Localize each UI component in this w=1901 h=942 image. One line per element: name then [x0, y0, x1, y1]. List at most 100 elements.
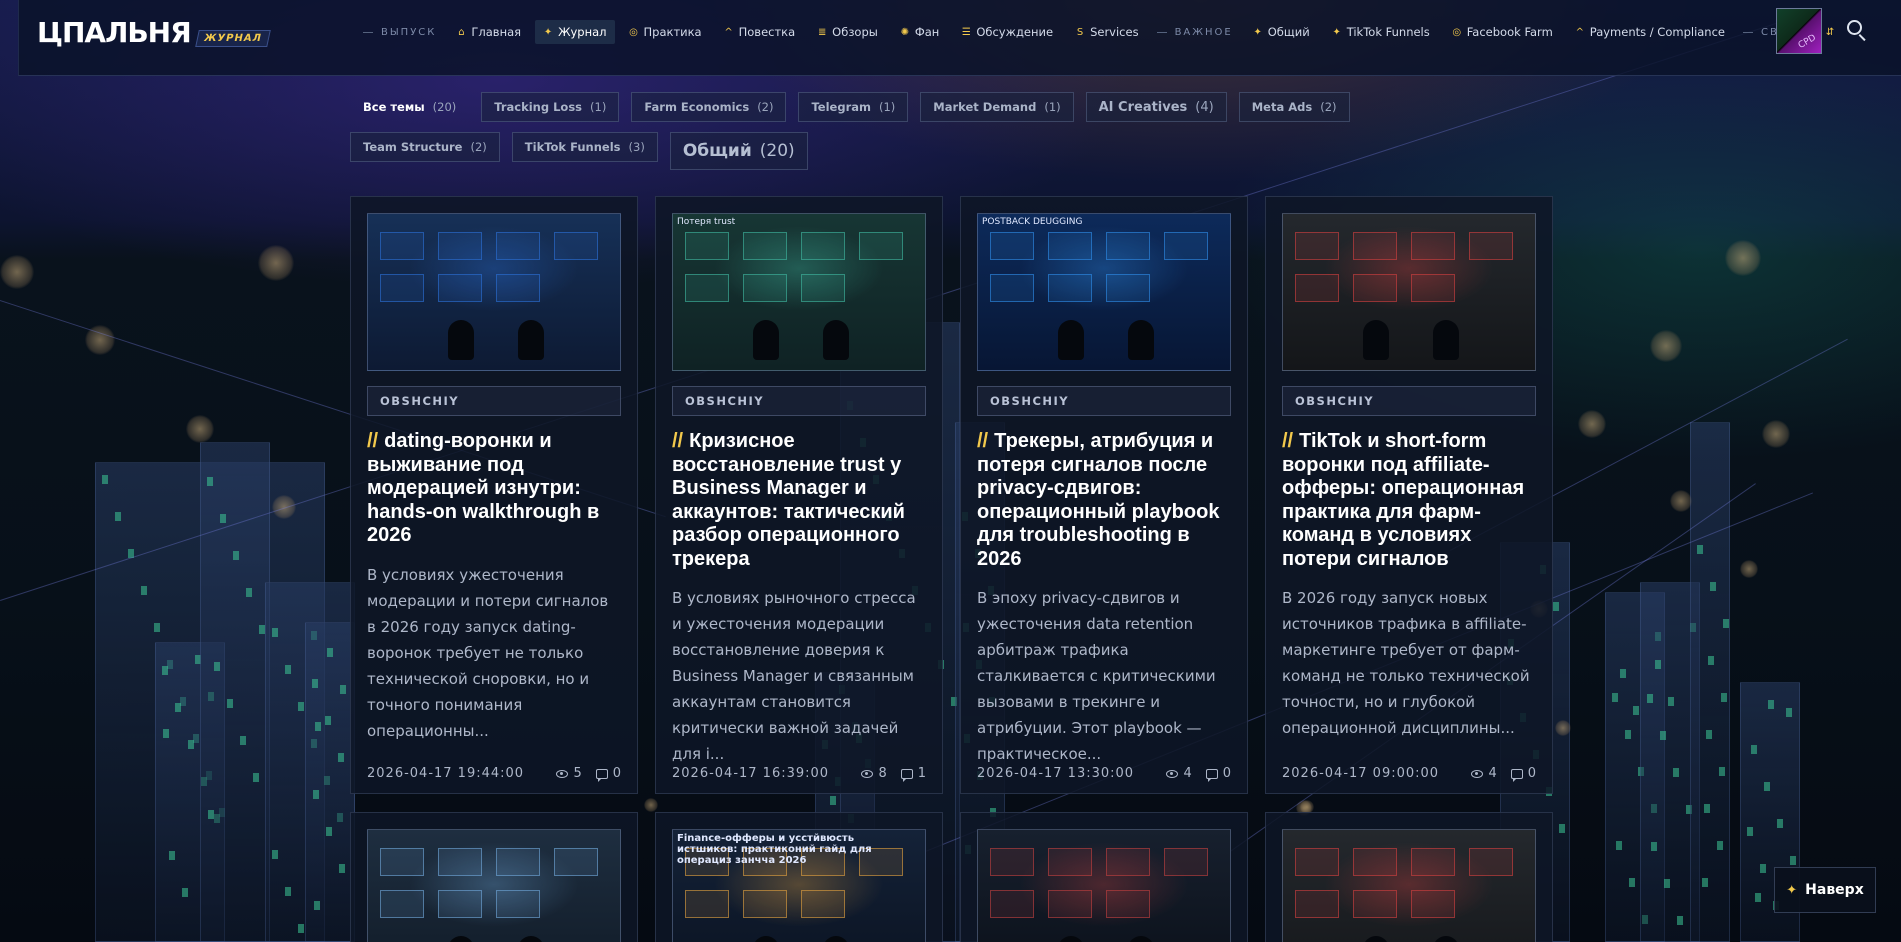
nav-item-label: Facebook Farm	[1466, 25, 1553, 39]
article-date: 2026-04-17 19:44:00	[367, 766, 525, 781]
back-to-top-button[interactable]: ✦ Наверх	[1774, 867, 1876, 913]
nav-item-release-1[interactable]: ✦ Журнал	[535, 20, 615, 44]
article-thumbnail[interactable]: POSTBACK DEUGGING	[977, 213, 1231, 371]
sparkle-icon: ✦	[1786, 882, 1798, 898]
list-icon: ☰	[961, 26, 971, 38]
nav-item-release-2[interactable]: ◎ Практика	[621, 20, 710, 44]
article-title-text: TikTok и short-form воронки под affiliat…	[1282, 430, 1525, 570]
filter-chip[interactable]: Team Structure (2)	[350, 132, 500, 162]
filter-chip-count: (20)	[432, 100, 457, 114]
nav-item-label: Фан	[914, 25, 940, 39]
article-card[interactable]: OBSHCHIY //TikTok и short-form воронки по…	[1265, 196, 1553, 794]
article-card[interactable]	[960, 812, 1248, 942]
views-count: 5	[556, 766, 582, 781]
title-slash-icon: //	[977, 430, 989, 452]
filter-chip-count: (1)	[1044, 100, 1061, 114]
site-logo[interactable]: ЦПАЛЬНЯ ЖУРНАЛ	[37, 16, 271, 49]
nav-item-important-1[interactable]: ✦ TikTok Funnels	[1324, 20, 1438, 44]
nav-item-important-3[interactable]: ^ Payments / Compliance	[1567, 20, 1733, 44]
avatar-text: CPD	[1797, 33, 1819, 51]
nav-item-release-0[interactable]: ⌂ Главная	[448, 20, 529, 44]
target-icon: ◎	[1452, 26, 1462, 38]
sparkle-icon: ✦	[543, 26, 553, 38]
article-excerpt: В условиях рыночного стресса и ужесточен…	[672, 589, 916, 763]
article-tag[interactable]: OBSHCHIY	[367, 386, 621, 416]
eye-icon	[1471, 769, 1484, 778]
back-to-top-label: Наверх	[1805, 882, 1864, 898]
filter-chip[interactable]: Telegram (1)	[798, 92, 909, 122]
title-slash-icon: //	[367, 430, 379, 452]
nav-item-label: Обсуждение	[976, 25, 1054, 39]
comments-count: 0	[595, 766, 621, 782]
article-title[interactable]: //dating-воронки и выживание под модерац…	[367, 430, 621, 548]
article-thumbnail[interactable]	[1282, 213, 1536, 371]
nav-item-label: Журнал	[558, 25, 607, 39]
article-tag[interactable]: OBSHCHIY	[1282, 386, 1536, 416]
nav-item-label: Повестка	[738, 25, 796, 39]
article-card[interactable]: OBSHCHIY //dating-воронки и выживание под…	[350, 196, 638, 794]
article-title[interactable]: //TikTok и short-form воронки под affili…	[1282, 430, 1536, 571]
nav-item-release-3[interactable]: ^ Повестка	[716, 20, 804, 44]
filter-chip-count: (3)	[628, 140, 645, 154]
nav-item-release-4[interactable]: ≣ Обзоры	[809, 20, 886, 44]
article-card[interactable]	[1265, 812, 1553, 942]
article-card[interactable]	[350, 812, 638, 942]
article-tag[interactable]: OBSHCHIY	[977, 386, 1231, 416]
filter-chip[interactable]: Market Demand (1)	[920, 92, 1074, 122]
views-value: 5	[573, 766, 582, 781]
filter-chip-count: (4)	[1195, 99, 1214, 115]
filter-chip-count: (20)	[759, 141, 795, 161]
filter-chip-label: Meta Ads	[1251, 100, 1313, 114]
search-icon	[1847, 20, 1862, 35]
article-excerpt: В 2026 году запуск новых источников траф…	[1282, 589, 1530, 737]
article-title[interactable]: //Трекеры, атрибуция и потеря сигналов п…	[977, 430, 1231, 571]
nav-section-important: ВАЖНОЕ	[1157, 27, 1233, 38]
filter-chip-count: (1)	[590, 100, 607, 114]
article-title[interactable]: //Кризисное восстановление trust у Busin…	[672, 430, 926, 571]
filter-chip[interactable]: Все темы (20)	[350, 92, 469, 122]
article-thumbnail[interactable]	[367, 829, 621, 942]
filter-chip[interactable]: AI Creatives (4)	[1085, 92, 1227, 122]
nav-item-release-7[interactable]: S Services	[1067, 20, 1147, 44]
thumbnail-caption: Finance-офферы и усстйвюсть истшиков: пр…	[677, 833, 872, 866]
comments-count: 1	[900, 766, 926, 782]
home-icon: ⌂	[458, 26, 465, 38]
article-thumbnail[interactable]	[977, 829, 1231, 942]
comment-icon	[595, 768, 608, 782]
article-card[interactable]: Finance-офферы и усстйвюсть истшиков: пр…	[655, 812, 943, 942]
filter-chip-count: (2)	[470, 140, 487, 154]
nav-item-release-5[interactable]: ✺ Фан	[892, 20, 947, 44]
article-thumbnail[interactable]	[367, 213, 621, 371]
nav-item-label: Payments / Compliance	[1589, 25, 1725, 39]
article-thumbnail[interactable]	[1282, 829, 1536, 942]
filter-chip[interactable]: Tracking Loss (1)	[481, 92, 620, 122]
article-card[interactable]: Потеря trust OBSHCHIY //Кризисное восстано…	[655, 196, 943, 794]
filter-chip[interactable]: Общий (20)	[669, 132, 808, 170]
article-thumbnail[interactable]: Finance-офферы и усстйвюсть истшиков: пр…	[672, 829, 926, 942]
filter-chip-label: Market Demand	[933, 100, 1037, 114]
caret-icon: ^	[1575, 26, 1584, 38]
filter-chip[interactable]: Farm Economics (2)	[631, 92, 787, 122]
nav-item-release-6[interactable]: ☰ Обсуждение	[953, 20, 1061, 44]
sun-icon: ✺	[900, 26, 910, 38]
article-card[interactable]: POSTBACK DEUGGING OBSHCHIY //Трекеры, атри…	[960, 196, 1248, 794]
filter-chip[interactable]: Meta Ads (2)	[1238, 92, 1350, 122]
article-excerpt: В условиях ужесточения модерации и потер…	[367, 565, 609, 740]
filter-chip-count: (1)	[879, 100, 896, 114]
filter-chip[interactable]: TikTok Funnels (3)	[511, 132, 658, 162]
article-title-text: Кризисное восстановление trust у Busines…	[672, 430, 905, 570]
nav-item-label: Обзоры	[832, 25, 878, 39]
comments-count: 0	[1510, 766, 1536, 782]
eye-icon	[556, 769, 569, 778]
article-thumbnail[interactable]: Потеря trust	[672, 213, 926, 371]
filter-chip-label: Farm Economics	[644, 100, 750, 114]
nav-item-important-2[interactable]: ◎ Facebook Farm	[1444, 20, 1561, 44]
search-button[interactable]	[1847, 20, 1869, 42]
nav-item-label: Практика	[643, 25, 702, 39]
user-avatar[interactable]: CPD	[1776, 8, 1822, 54]
title-slash-icon: //	[672, 430, 684, 452]
article-date: 2026-04-17 09:00:00	[1282, 766, 1440, 781]
article-meta: 2026-04-17 19:44:00 5 0	[367, 766, 621, 782]
nav-item-important-0[interactable]: ✦ Общий	[1245, 20, 1318, 44]
article-tag[interactable]: OBSHCHIY	[672, 386, 926, 416]
